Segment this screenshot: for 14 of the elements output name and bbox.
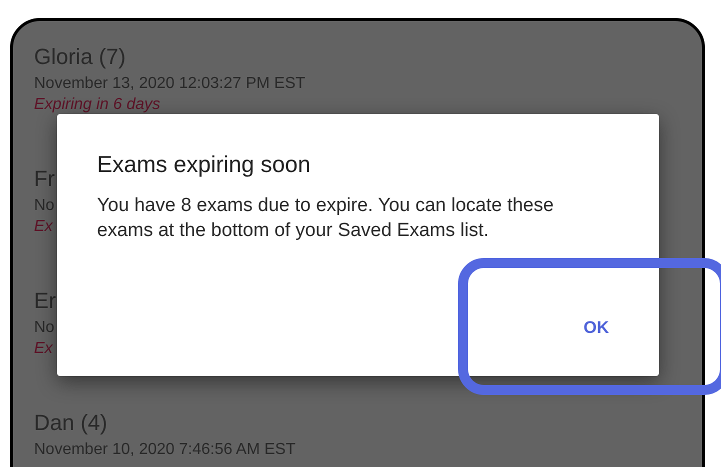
- expiry-notice: Expiring in 6 days: [34, 95, 160, 115]
- exam-date: No: [34, 318, 54, 338]
- exam-date: November 13, 2020 12:03:27 PM EST: [34, 74, 306, 94]
- exam-date: November 10, 2020 7:46:56 AM EST: [34, 440, 296, 460]
- patient-name: Er: [34, 287, 56, 315]
- dialog-title: Exams expiring soon: [97, 150, 310, 179]
- expiry-notice: Ex: [34, 339, 53, 359]
- dialog-message: You have 8 exams due to expire. You can locate these exams at the bottom of your Saved Exams list.: [97, 194, 555, 243]
- ok-button[interactable]: OK: [574, 308, 619, 346]
- patient-name: Fr: [34, 165, 55, 193]
- expiry-notice: Ex: [34, 217, 53, 237]
- patient-name: Gloria (7): [34, 43, 126, 71]
- patient-name: Dan (4): [34, 409, 108, 437]
- exam-date: No: [34, 196, 54, 216]
